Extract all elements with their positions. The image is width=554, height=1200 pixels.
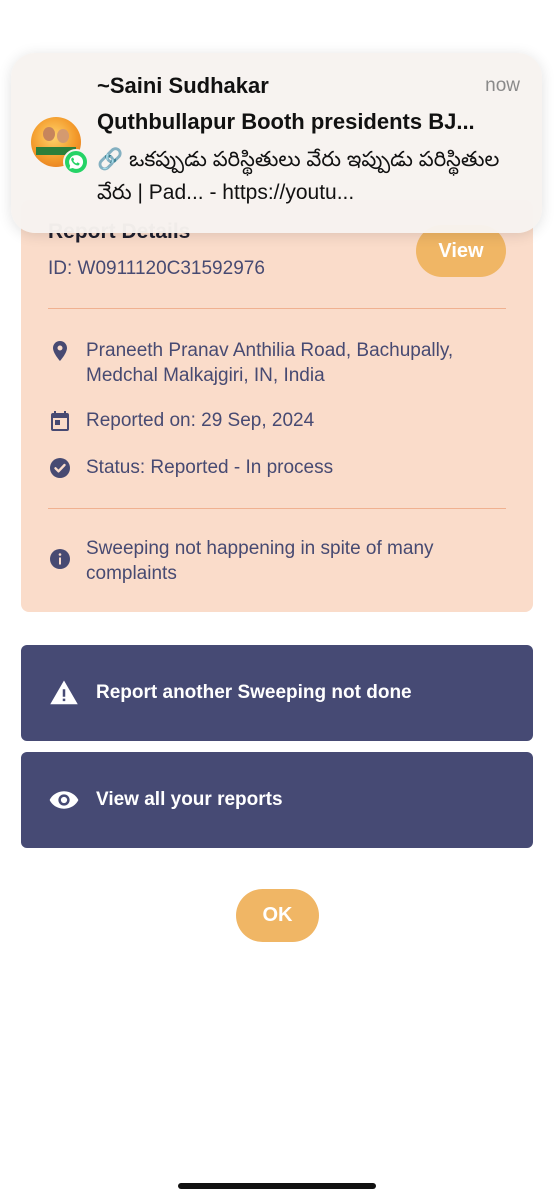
report-another-label: Report another Sweeping not done — [96, 682, 412, 703]
status-text: Status: Reported - In process — [86, 457, 334, 478]
location-row: Praneeth Pranav Anthilia Road, Bachupall… — [48, 338, 506, 388]
avatar-face — [43, 127, 55, 141]
warning-icon — [50, 680, 78, 705]
calendar-icon — [51, 411, 69, 431]
eye-icon — [49, 791, 79, 809]
ok-button[interactable]: OK — [236, 889, 319, 942]
divider — [48, 508, 506, 509]
view-all-label: View all your reports — [96, 789, 283, 810]
description-row: Sweeping not happening in spite of many … — [48, 536, 506, 586]
notification-sender: ~Saini Sudhakar — [97, 73, 269, 98]
location-pin-icon — [53, 341, 67, 361]
location-text: Praneeth Pranav Anthilia Road, Bachupall… — [86, 340, 454, 386]
info-icon — [50, 549, 70, 569]
view-all-reports-button[interactable]: View all your reports — [21, 752, 533, 848]
reported-on-text: Reported on: 29 Sep, 2024 — [86, 410, 315, 431]
description-text: Sweeping not happening in spite of many … — [86, 538, 434, 584]
avatar-face — [57, 129, 69, 143]
whatsapp-icon — [63, 149, 89, 175]
notification-time: now — [485, 75, 520, 96]
divider — [48, 308, 506, 309]
home-indicator[interactable] — [178, 1183, 376, 1189]
report-another-button[interactable]: Report another Sweeping not done — [21, 645, 533, 741]
report-details-card: Report Details ID: W0911120C31592976 Vie… — [21, 200, 533, 612]
notification-message: 🔗 ఒకప్పుడు పరిస్థితులు వేరు ఇప్పుడు పరిస… — [97, 148, 500, 204]
status-row: Status: Reported - In process — [48, 455, 506, 480]
notification-banner[interactable]: ~Saini Sudhakar now Quthbullapur Booth p… — [11, 53, 542, 233]
report-id: ID: W0911120C31592976 — [48, 258, 265, 279]
reported-on-row: Reported on: 29 Sep, 2024 — [48, 408, 506, 433]
notification-group: Quthbullapur Booth presidents BJ... — [97, 109, 475, 134]
check-circle-icon — [50, 458, 70, 478]
